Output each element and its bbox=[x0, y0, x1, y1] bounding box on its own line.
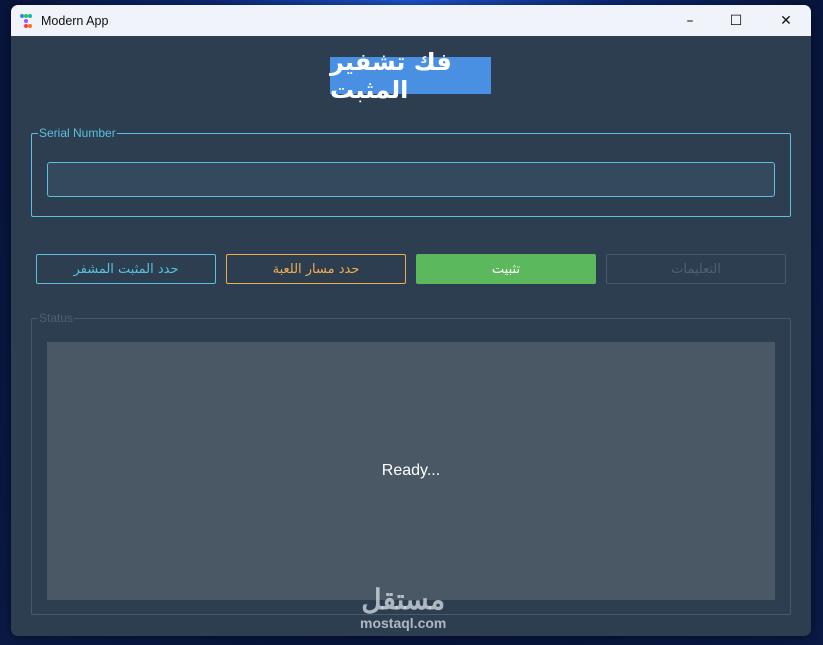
maximize-button[interactable]: ☐ bbox=[713, 5, 759, 36]
minimize-button[interactable]: – bbox=[667, 5, 713, 36]
status-text: Ready... bbox=[381, 462, 441, 479]
page-title: فك تشفير المثبت bbox=[330, 48, 491, 104]
watermark-arabic: مستقل bbox=[361, 584, 446, 615]
window-title: Modern App bbox=[41, 13, 109, 28]
app-window: Modern App – ☐ ✕ فك تشفير المثبت Serial … bbox=[11, 5, 811, 636]
select-encrypted-installer-button[interactable]: حدد المثبت المشفر bbox=[36, 254, 216, 284]
select-game-path-button[interactable]: حدد مسار اللعبة bbox=[226, 254, 406, 284]
status-group: Status Ready... bbox=[31, 311, 791, 615]
install-button[interactable]: تثبيت bbox=[416, 254, 596, 284]
watermark: مستقل mostaql.com bbox=[360, 584, 447, 632]
serial-number-group: Serial Number bbox=[31, 126, 791, 217]
app-icon bbox=[20, 13, 32, 28]
watermark-latin: mostaql.com bbox=[360, 615, 447, 631]
close-button[interactable]: ✕ bbox=[763, 5, 809, 36]
serial-number-input[interactable] bbox=[47, 162, 775, 197]
instructions-button[interactable]: التعليمات bbox=[606, 254, 786, 284]
title-bar: Modern App – ☐ ✕ bbox=[11, 5, 811, 36]
status-label: Status bbox=[38, 311, 75, 325]
serial-number-label: Serial Number bbox=[38, 126, 117, 140]
status-display: Ready... bbox=[47, 342, 775, 600]
